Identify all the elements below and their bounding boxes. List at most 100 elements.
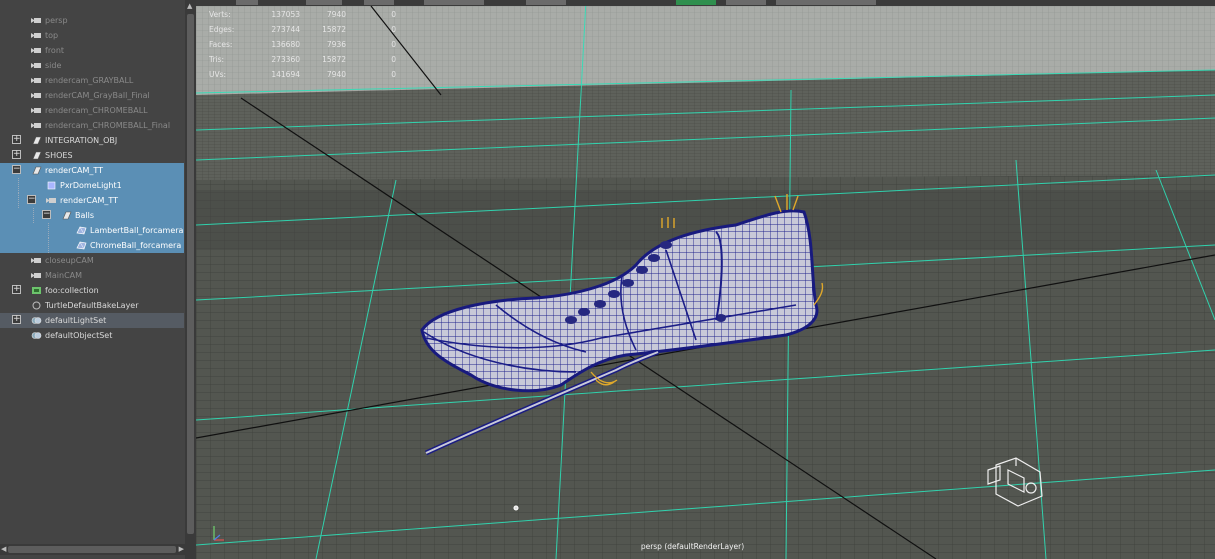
set-icon xyxy=(31,331,42,340)
camera-icon xyxy=(31,121,42,130)
outliner-item[interactable]: − Balls xyxy=(0,208,184,223)
scroll-right-arrow-icon[interactable]: ▶ xyxy=(179,545,184,553)
outliner-item[interactable]: defaultObjectSet xyxy=(0,328,184,343)
outliner-item[interactable]: rendercam_GRAYBALL xyxy=(0,73,184,88)
outliner-item[interactable]: rendercam_CHROMEBALL_Final xyxy=(0,118,184,133)
set-icon xyxy=(31,316,42,325)
outliner-item[interactable]: − renderCAM_TT xyxy=(0,163,184,178)
outliner-item-label: ChromeBall_forcamera xyxy=(90,241,182,250)
outliner-item-label: side xyxy=(45,61,62,70)
expand-icon[interactable]: + xyxy=(12,150,21,159)
hud-stat-value: 141694 xyxy=(271,70,300,79)
outliner-item[interactable]: renderCAM_GrayBall_Final xyxy=(0,88,184,103)
outliner-item[interactable]: top xyxy=(0,28,184,43)
hud-stat-label: Edges: xyxy=(209,25,235,34)
outliner-item-label: defaultLightSet xyxy=(45,316,107,325)
camera-icon xyxy=(31,61,42,70)
collapse-icon[interactable]: − xyxy=(27,195,36,204)
outliner-item[interactable]: TurtleDefaultBakeLayer xyxy=(0,298,184,313)
expand-icon[interactable]: + xyxy=(12,285,21,294)
tree-connector-line xyxy=(18,193,19,208)
hud-stat-value: 0 xyxy=(391,25,396,34)
toolbar-toggle-button[interactable] xyxy=(676,0,716,5)
outliner-panel: persp top front side rendercam_GRAYBALLrende… xyxy=(0,0,196,559)
outliner-item-label: rendercam_GRAYBALL xyxy=(45,76,134,85)
tree-connector-line xyxy=(48,223,49,238)
group-icon xyxy=(31,166,42,175)
outliner-item-label: TurtleDefaultBakeLayer xyxy=(45,301,139,310)
collapse-icon[interactable]: − xyxy=(12,165,21,174)
hud-stat-label: UVs: xyxy=(209,70,227,79)
outliner-item-label: persp xyxy=(45,16,68,25)
hud-stat-value: 7940 xyxy=(326,10,346,19)
toolbar-field[interactable] xyxy=(726,0,766,5)
outliner-horizontal-scrollbar[interactable]: ◀ ▶ xyxy=(0,544,185,555)
outliner-item[interactable]: LambertBall_forcamera xyxy=(0,223,184,238)
outliner-item[interactable]: − renderCAM_TT xyxy=(0,193,184,208)
camera-icon xyxy=(31,46,42,55)
scroll-left-arrow-icon[interactable]: ◀ xyxy=(1,545,6,553)
camera-label: persp (defaultRenderLayer) xyxy=(640,542,745,551)
outliner-item[interactable]: + foo:collection xyxy=(0,283,184,298)
outliner-item[interactable]: + defaultLightSet xyxy=(0,313,184,328)
outliner-item[interactable]: side xyxy=(0,58,184,73)
tree-connector-line xyxy=(48,238,49,253)
toolbar-dropdown[interactable] xyxy=(776,0,876,5)
camera-icon xyxy=(31,106,42,115)
camera-icon xyxy=(31,271,42,280)
bake-layer-icon xyxy=(31,301,42,310)
outliner-vertical-scroll-thumb[interactable] xyxy=(187,14,194,534)
viewport-scene[interactable] xyxy=(196,0,1215,559)
viewport-panel[interactable]: Verts: 137053 7940 0 Edges: 273744 15872 0 Faces… xyxy=(196,0,1215,559)
outliner-item-label: renderCAM_TT xyxy=(60,196,118,205)
outliner-item[interactable]: front xyxy=(0,43,184,58)
outliner-item[interactable]: rendercam_CHROMEBALL xyxy=(0,103,184,118)
toolbar-button[interactable] xyxy=(236,0,258,5)
expand-icon[interactable]: + xyxy=(12,315,21,324)
collapse-icon[interactable]: − xyxy=(42,210,51,219)
hud-stat-value: 0 xyxy=(391,40,396,49)
outliner-item-label: Balls xyxy=(75,211,95,220)
hud-stat-value: 273360 xyxy=(271,55,300,64)
expand-icon[interactable]: + xyxy=(12,135,21,144)
outliner-item[interactable]: persp xyxy=(0,13,184,28)
outliner-item[interactable]: + INTEGRATION_OBJ xyxy=(0,133,184,148)
outliner-item[interactable]: closeupCAM xyxy=(0,253,184,268)
scroll-up-arrow-icon[interactable]: ▲ xyxy=(187,2,192,10)
camera-icon xyxy=(31,91,42,100)
collection-icon xyxy=(31,286,42,295)
outliner-item-label: foo:collection xyxy=(45,286,99,295)
camera-icon xyxy=(46,196,57,205)
mesh-icon xyxy=(76,226,87,235)
hud-stat-value: 0 xyxy=(391,10,396,19)
outliner-vertical-scrollbar[interactable] xyxy=(185,0,196,559)
outliner-item[interactable]: MainCAM xyxy=(0,268,184,283)
outliner-item-label: rendercam_CHROMEBALL xyxy=(45,106,148,115)
outliner-item[interactable]: + SHOES xyxy=(0,148,184,163)
outliner-item-label: top xyxy=(45,31,59,40)
toolbar-button[interactable] xyxy=(306,0,342,5)
camera-icon xyxy=(31,256,42,265)
outliner-item-label: LambertBall_forcamera xyxy=(90,226,184,235)
hud-stat-value: 7940 xyxy=(326,70,346,79)
camera-icon xyxy=(31,31,42,40)
hud-stat-value: 0 xyxy=(391,55,396,64)
outliner-item[interactable]: ChromeBall_forcamera xyxy=(0,238,184,253)
hud-stat-value: 15872 xyxy=(322,55,346,64)
toolbar-button[interactable] xyxy=(526,0,566,5)
hud-stat-value: 136680 xyxy=(271,40,300,49)
tree-connector-line xyxy=(33,208,34,223)
hud-stat-value: 15872 xyxy=(322,25,346,34)
hud-stat-label: Tris: xyxy=(209,55,225,64)
toolbar-button[interactable] xyxy=(424,0,484,5)
camera-icon xyxy=(31,76,42,85)
hud-stat-value: 273744 xyxy=(271,25,300,34)
outliner-item[interactable]: PxrDomeLight1 xyxy=(0,178,184,193)
toolbar-button[interactable] xyxy=(364,0,394,5)
mesh-icon xyxy=(76,241,87,250)
outliner-item-label: PxrDomeLight1 xyxy=(60,181,122,190)
outliner-list: persp top front side rendercam_GRAYBALLrende… xyxy=(0,13,184,343)
outliner-item-label: renderCAM_GrayBall_Final xyxy=(45,91,150,100)
outliner-horizontal-scroll-thumb[interactable] xyxy=(8,546,176,553)
hud-stat-value: 0 xyxy=(391,70,396,79)
